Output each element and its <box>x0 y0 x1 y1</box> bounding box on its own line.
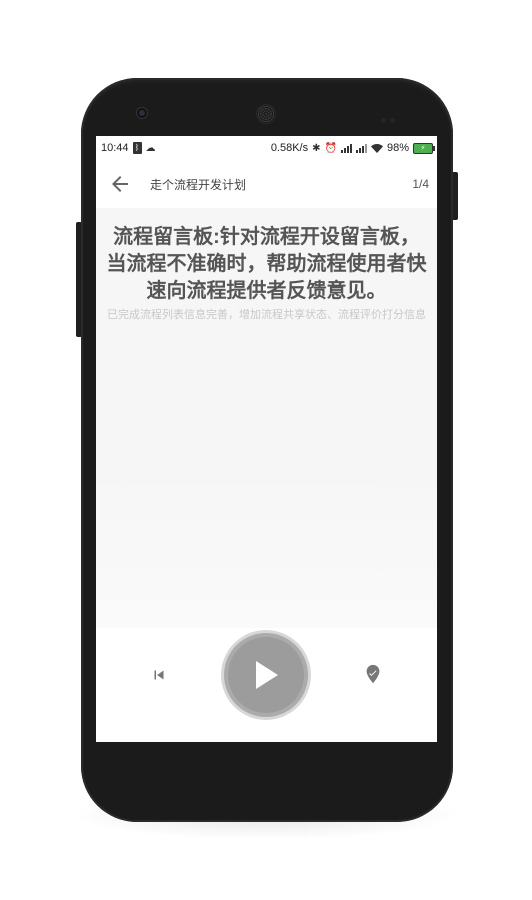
alarm-icon: ⏰ <box>324 142 337 154</box>
toolbar: 走个流程开发计划 1/4 <box>96 160 437 208</box>
network-speed: 0.58K/s <box>270 142 309 154</box>
status-bar: 10:44 ᛒ ☁ 0.58K/s ✱ ⏰ 98% ⚡ <box>96 136 437 160</box>
proximity-sensors <box>381 110 401 123</box>
device-screen: 10:44 ᛒ ☁ 0.58K/s ✱ ⏰ 98% ⚡ 走个流程开发计划 1/4 <box>96 136 437 742</box>
wifi-icon <box>370 143 383 153</box>
battery-icon: ⚡ <box>413 142 435 154</box>
vibrate-icon: ✱ <box>312 142 321 154</box>
signal-icon <box>340 143 352 153</box>
location-pin-icon[interactable] <box>362 663 384 685</box>
playback-controls <box>96 633 437 723</box>
skip-previous-icon[interactable] <box>150 666 168 684</box>
phone-frame: 10:44 ᛒ ☁ 0.58K/s ✱ ⏰ 98% ⚡ 走个流程开发计划 1/4 <box>81 78 453 822</box>
earpiece-speaker <box>257 105 275 123</box>
cloud-icon: ☁ <box>145 142 156 154</box>
signal-icon <box>355 143 367 153</box>
battery-percent: 98% <box>386 142 409 154</box>
front-camera <box>137 108 147 118</box>
plan-title: 流程留言板:针对流程开设留言板，当流程不准确时，帮助流程使用者快速向流程提供者反… <box>106 226 427 302</box>
toolbar-title: 走个流程开发计划 <box>150 177 247 192</box>
arrow-left-icon[interactable] <box>108 172 132 196</box>
content-area: 流程留言板:针对流程开设留言板，当流程不准确时，帮助流程使用者快速向流程提供者反… <box>96 208 437 628</box>
plan-subtitle: 已完成流程列表信息完善，增加流程共享状态、流程评价打分信息 <box>107 309 426 321</box>
play-icon <box>256 661 278 689</box>
bluetooth-icon: ᛒ <box>132 142 142 154</box>
status-time: 10:44 <box>101 142 129 154</box>
play-button[interactable] <box>224 633 308 717</box>
page-indicator: 1/4 <box>412 177 429 191</box>
play-button-inner <box>228 637 304 713</box>
